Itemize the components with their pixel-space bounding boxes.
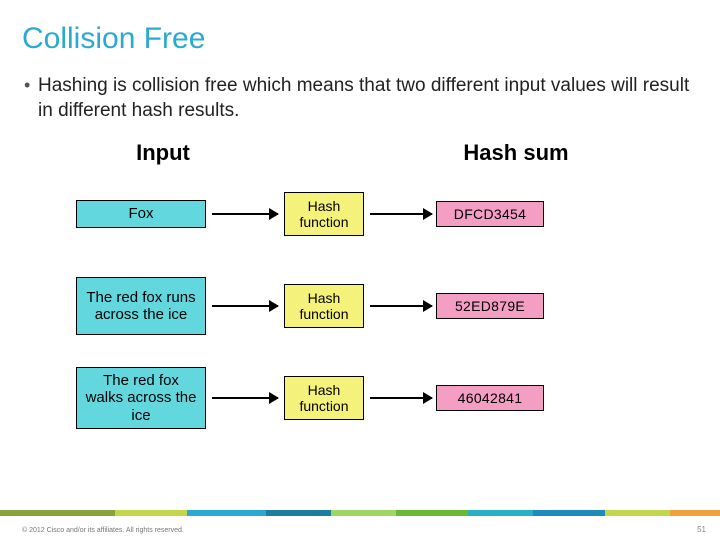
- hash-diagram: Input Hash sum Fox Hash function DFCD345…: [74, 140, 694, 454]
- arrow-icon: [370, 305, 432, 307]
- diagram-row: The red fox walks across the ice Hash fu…: [74, 362, 694, 434]
- header-input: Input: [74, 140, 252, 166]
- input-box: Fox: [76, 200, 206, 227]
- arrow-icon: [212, 305, 278, 307]
- hash-output-box: 52ED879E: [436, 293, 544, 319]
- arrow-icon: [212, 213, 278, 215]
- slide-title: Collision Free: [22, 22, 205, 56]
- page-number: 51: [697, 525, 706, 534]
- header-hash-sum: Hash sum: [416, 140, 616, 166]
- diagram-row: The red fox runs across the ice Hash fun…: [74, 270, 694, 342]
- hash-output-box: 46042841: [436, 385, 544, 411]
- bullet-text: Hashing is collision free which means th…: [38, 74, 692, 123]
- arrow-icon: [212, 397, 278, 399]
- bullet-dot-icon: •: [24, 74, 38, 97]
- arrow-icon: [370, 213, 432, 215]
- function-box: Hash function: [284, 284, 364, 328]
- footer-copyright: © 2012 Cisco and/or its affiliates. All …: [22, 527, 184, 534]
- hash-output-box: DFCD3454: [436, 201, 544, 227]
- diagram-row: Fox Hash function DFCD3454: [74, 178, 694, 250]
- input-box: The red fox runs across the ice: [76, 277, 206, 335]
- diagram-headers: Input Hash sum: [74, 140, 694, 166]
- input-box: The red fox walks across the ice: [76, 367, 206, 429]
- arrow-icon: [370, 397, 432, 399]
- function-box: Hash function: [284, 376, 364, 420]
- footer-color-bar: [0, 510, 720, 516]
- header-spacer: [252, 140, 416, 166]
- slide: Collision Free • Hashing is collision fr…: [0, 0, 720, 540]
- bullet-item: • Hashing is collision free which means …: [24, 74, 692, 123]
- bullet-list: • Hashing is collision free which means …: [24, 74, 692, 123]
- function-box: Hash function: [284, 192, 364, 236]
